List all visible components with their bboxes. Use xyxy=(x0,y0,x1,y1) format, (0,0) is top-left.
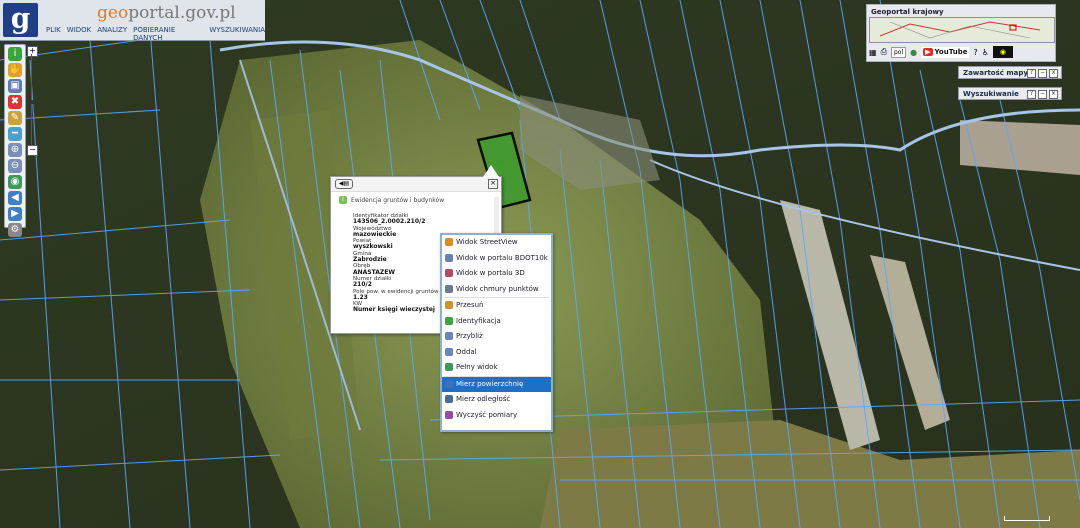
globe-icon[interactable]: ◉ xyxy=(8,175,22,189)
overview-minimap[interactable] xyxy=(869,17,1055,43)
help-icon[interactable]: ? xyxy=(1027,90,1036,99)
help-icon[interactable]: ? xyxy=(973,48,977,57)
pointcloud-icon xyxy=(445,284,453,293)
menu-widok[interactable]: WIDOK xyxy=(67,26,91,38)
menu-plik[interactable]: PLIK xyxy=(46,26,61,38)
back-icon[interactable]: ◀▤ xyxy=(335,179,353,189)
zoom-out-icon xyxy=(445,347,453,356)
arrow-right-icon[interactable]: ▶ xyxy=(8,207,22,221)
pan-icon xyxy=(445,301,453,309)
zoom-handle[interactable] xyxy=(27,100,36,104)
context-menu-item[interactable]: Identyfikacja xyxy=(442,314,551,330)
context-menu-item[interactable]: Mierz odległość xyxy=(442,392,551,408)
panel-title: Geoportal krajowy xyxy=(871,8,944,16)
context-menu-label: Pełny widok xyxy=(456,363,498,371)
eye-icon[interactable]: ◉ xyxy=(992,46,1013,58)
zoom-in-icon xyxy=(445,332,453,340)
help-icon[interactable]: ? xyxy=(1027,69,1036,78)
info-icon: i xyxy=(339,196,347,204)
close-icon[interactable]: × xyxy=(1049,69,1058,78)
context-menu-label: Mierz powierzchnię xyxy=(456,379,524,388)
context-menu: Widok StreetView Widok w portalu BDOT10k W… xyxy=(440,233,553,432)
left-toolbar: i ✋ ▣ ✖ ✎ ━ ⊕ ⊖ ◉ ◀ ▶ ⚙ xyxy=(4,44,26,237)
scale-bar xyxy=(1004,516,1050,521)
zoom-out-icon[interactable]: ⊖ xyxy=(8,159,22,173)
globe-icon[interactable]: ● xyxy=(910,48,917,57)
context-menu-item[interactable]: Widok w portalu BDOT10k xyxy=(442,251,551,267)
youtube-label: YouTube xyxy=(934,47,968,56)
3d-icon xyxy=(445,269,453,277)
context-menu-label: Widok StreetView xyxy=(456,238,518,246)
bdot-icon xyxy=(445,253,453,262)
close-icon[interactable]: × xyxy=(1049,90,1058,99)
accessibility-icon[interactable]: ♿ xyxy=(982,48,989,57)
map-content-panel[interactable]: Zawartość mapy ? − × xyxy=(958,66,1062,79)
popup-topbar: ◀▤ × xyxy=(331,177,501,192)
context-menu-label: Widok w portalu BDOT10k xyxy=(456,253,548,262)
identify-area-icon[interactable]: ▣ xyxy=(8,79,22,93)
context-menu-item[interactable]: Widok w portalu 3D xyxy=(442,266,551,282)
erase-icon[interactable]: ✖ xyxy=(8,95,22,109)
youtube-play-icon: ▶ xyxy=(923,47,933,56)
zoom-in-icon[interactable]: ⊕ xyxy=(8,143,22,157)
measure-area-icon xyxy=(445,379,453,388)
draw-icon[interactable]: ✎ xyxy=(8,111,22,125)
full-view-icon xyxy=(445,363,453,371)
close-icon[interactable]: × xyxy=(488,179,498,189)
panel-label: Zawartość mapy xyxy=(963,69,1028,77)
settings-icon[interactable]: ⚙ xyxy=(8,223,22,237)
minimize-icon[interactable]: − xyxy=(1038,69,1047,78)
zoom-slider[interactable]: + − xyxy=(27,46,38,156)
context-menu-label: Widok chmury punktów xyxy=(456,284,539,293)
site-name-suffix: portal.gov.pl xyxy=(128,3,236,23)
context-menu-label: Wyczyść pomiary xyxy=(456,410,518,419)
context-menu-item[interactable]: Przesuń xyxy=(442,298,551,314)
panel-controls: ? − × xyxy=(1027,69,1058,78)
geoportal-krajowy-panel: Geoportal krajowy ▦ ⎙ pol ● ▶ YouTube ? ♿… xyxy=(866,4,1056,62)
grid-icon[interactable]: ▦ xyxy=(869,48,877,57)
menu-wyszukiwania[interactable]: WYSZUKIWANIA xyxy=(209,26,265,38)
info-icon[interactable]: i xyxy=(8,47,22,61)
zoom-plus-button[interactable]: + xyxy=(27,46,38,57)
zoom-minus-button[interactable]: − xyxy=(27,145,38,156)
main-menu: PLIK WIDOK ANALIZY POBIERANIE DANYCH WYS… xyxy=(46,26,265,42)
context-menu-item[interactable]: Widok chmury punktów xyxy=(442,282,551,298)
context-menu-item[interactable]: Widok StreetView xyxy=(442,235,551,251)
context-menu-label: Widok w portalu 3D xyxy=(456,269,525,277)
site-name[interactable]: geoportal.gov.pl xyxy=(97,3,236,23)
search-panel[interactable]: Wyszukiwanie ? − × xyxy=(958,87,1062,100)
context-menu-item[interactable]: Pełny widok xyxy=(442,360,551,376)
language-select[interactable]: pol xyxy=(890,46,907,58)
context-menu-label: Przesuń xyxy=(456,301,484,309)
minimize-icon[interactable]: − xyxy=(1038,90,1047,99)
context-menu-label: Identyfikacja xyxy=(456,316,501,325)
print-icon[interactable]: ⎙ xyxy=(881,47,887,57)
site-name-prefix: geo xyxy=(97,3,129,23)
menu-pobieranie-danych[interactable]: POBIERANIE DANYCH xyxy=(133,26,203,42)
context-menu-label: Oddal xyxy=(456,347,477,356)
clear-measure-icon xyxy=(445,410,453,419)
context-menu-item[interactable]: Oddal xyxy=(442,345,551,361)
streetview-icon xyxy=(445,238,453,246)
panel-controls: ? − × xyxy=(1027,90,1058,99)
app-header: g geoportal.gov.pl PLIK WIDOK ANALIZY PO… xyxy=(0,0,265,42)
geoportal-logo[interactable]: g xyxy=(3,3,38,37)
popup-tail xyxy=(483,165,499,177)
youtube-link[interactable]: ▶ YouTube xyxy=(921,46,970,58)
measure-icon[interactable]: ━ xyxy=(8,127,22,141)
popup-title: Ewidencja gruntów i budynków xyxy=(351,197,445,204)
context-menu-label: Przybliż xyxy=(456,332,483,340)
pan-icon[interactable]: ✋ xyxy=(8,63,22,77)
arrow-left-icon[interactable]: ◀ xyxy=(8,191,22,205)
identify-icon xyxy=(445,316,453,325)
measure-distance-icon xyxy=(445,395,453,403)
context-menu-item[interactable]: Mierz powierzchnię xyxy=(442,376,551,392)
context-menu-item[interactable]: Wyczyść pomiary xyxy=(442,408,551,424)
panel-controls: ▦ ⎙ pol ● ▶ YouTube ? ♿ ◉ xyxy=(869,45,1053,59)
context-menu-label: Mierz odległość xyxy=(456,395,511,403)
menu-analizy[interactable]: ANALIZY xyxy=(97,26,127,38)
context-menu-item[interactable]: Przybliż xyxy=(442,329,551,345)
panel-label: Wyszukiwanie xyxy=(963,90,1019,98)
